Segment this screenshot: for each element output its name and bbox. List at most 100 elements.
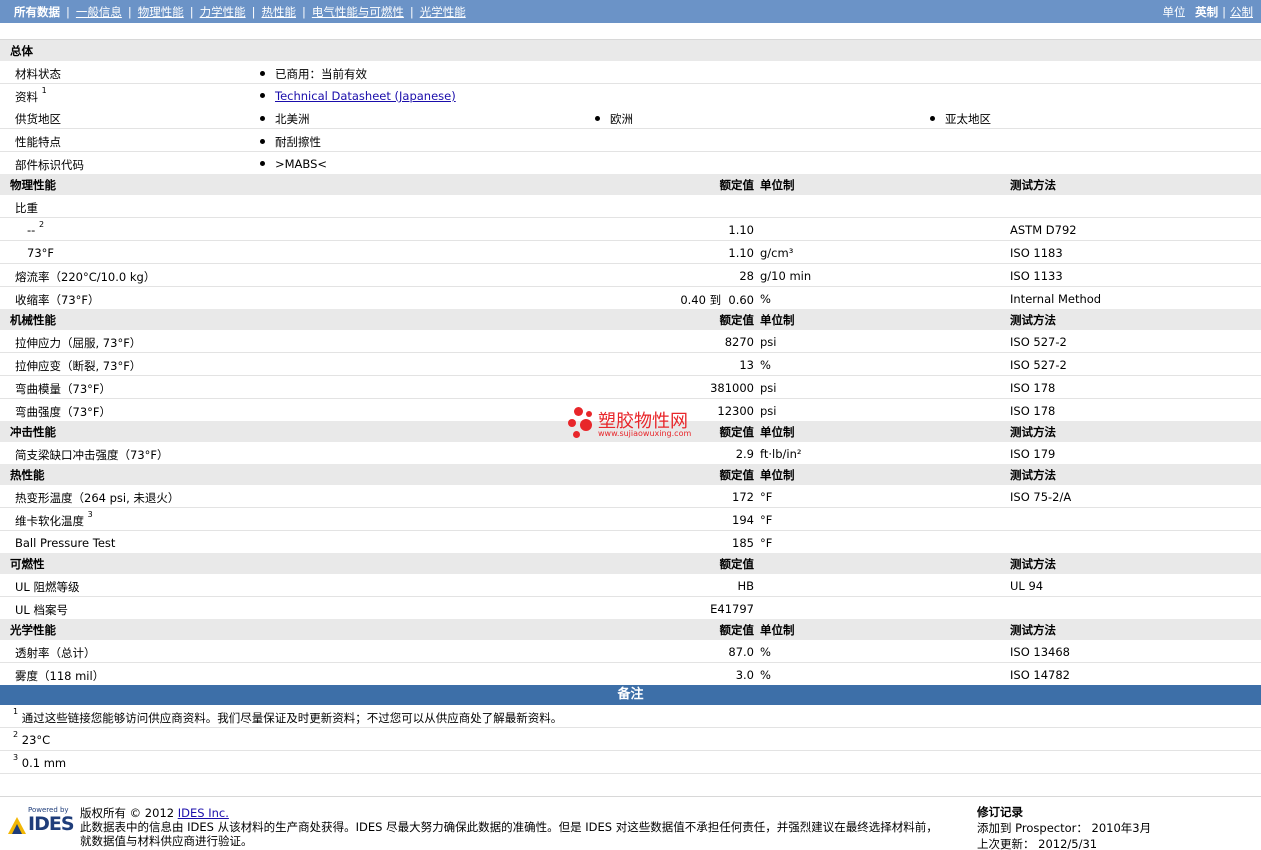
note-text: 2 23°C <box>13 730 51 747</box>
copyright-line: 版权所有 © 2012 IDES Inc. <box>80 806 229 820</box>
property-label: 拉伸应变（断裂, 73°F） <box>15 359 142 373</box>
bullet-item: 北美洲 <box>260 111 310 127</box>
property-value: 1.10 <box>728 246 754 260</box>
property-unit: ft·lb/in² <box>760 447 802 461</box>
property-value: 8270 <box>724 335 754 349</box>
nav-tabs: 所有数据 | 一般信息 | 物理性能 | 力学性能 | 热性能 | 电气性能与可燃性 | 光学性能 <box>14 5 466 19</box>
property-value: 87.0 <box>728 645 754 659</box>
col-unit: 单位制 <box>760 178 795 192</box>
note-text: 1 通过这些链接您能够访问供应商资料。我们尽量保证及时更新资料；不过您可以从供应… <box>13 707 563 725</box>
property-row: 弯曲模量（73°F） 381000 psi ISO 178 <box>0 376 1261 399</box>
property-label: 简支梁缺口冲击强度（73°F） <box>15 448 169 462</box>
tab-mechanical[interactable]: 力学性能 <box>200 5 246 19</box>
section-title: 物理性能 <box>10 178 56 192</box>
tab-thermal[interactable]: 热性能 <box>262 5 297 19</box>
tab-general-info[interactable]: 一般信息 <box>76 5 122 19</box>
property-row: 拉伸应力（屈服, 73°F） 8270 psi ISO 527-2 <box>0 330 1261 353</box>
section-title: 总体 <box>10 44 33 58</box>
property-value: 194 <box>732 513 754 527</box>
property-method: ISO 14782 <box>1010 668 1070 682</box>
property-value: 185 <box>732 536 754 550</box>
copyright-block: 版权所有 © 2012 IDES Inc. 此数据表中的信息由 IDES 从该材… <box>80 806 938 848</box>
col-unit: 单位制 <box>760 468 795 482</box>
section-header-physical: 物理性能 额定值 单位制 测试方法 <box>0 174 1261 195</box>
top-nav: 所有数据 | 一般信息 | 物理性能 | 力学性能 | 热性能 | 电气性能与可燃性 | 光学性能 单位… <box>0 0 1261 23</box>
col-nominal: 额定值 <box>719 468 755 482</box>
property-label: 透射率（总计） <box>15 646 96 660</box>
col-method: 测试方法 <box>1010 425 1056 439</box>
col-unit: 单位制 <box>760 313 795 327</box>
unit-metric[interactable]: 公制 <box>1230 5 1253 19</box>
part-marking-row: 部件标识代码 >MABS< <box>0 152 1261 175</box>
property-method: UL 94 <box>1010 579 1044 593</box>
ides-logo-icon <box>8 817 26 834</box>
bullet-item: Technical Datasheet (Japanese) <box>260 89 456 103</box>
property-value: 381000 <box>710 381 754 395</box>
footer-divider <box>0 796 1261 797</box>
section-title: 机械性能 <box>10 313 56 327</box>
section-header-mechanical: 机械性能 额定值 单位制 测试方法 <box>0 309 1261 330</box>
bullet-item: 亚太地区 <box>930 111 991 127</box>
property-method: ISO 527-2 <box>1010 335 1067 349</box>
property-value: 3.0 <box>735 668 754 682</box>
bullet-dot <box>260 71 265 76</box>
property-row: 73°F 1.10 g/cm³ ISO 1183 <box>0 241 1261 264</box>
note-item: 3 0.1 mm <box>0 751 1261 774</box>
tab-physical[interactable]: 物理性能 <box>138 5 184 19</box>
bullet-dot <box>260 93 265 98</box>
col-nominal: 额定值 <box>719 178 755 192</box>
property-unit: psi <box>760 335 777 349</box>
property-row: 热变形温度（264 psi, 未退火） 172 °F ISO 75-2/A <box>0 485 1261 508</box>
section-header-optical: 光学性能 额定值 单位制 测试方法 <box>0 619 1261 640</box>
col-method: 测试方法 <box>1010 623 1056 637</box>
datasheet-link[interactable]: Technical Datasheet (Japanese) <box>275 89 456 103</box>
property-row: Ball Pressure Test 185 °F <box>0 531 1261 554</box>
col-method: 测试方法 <box>1010 468 1056 482</box>
row-label: 性能特点 <box>15 135 61 149</box>
bullet-item: >MABS< <box>260 157 327 171</box>
watermark: 塑胶物性网 www.sujiaowuxing.com <box>568 407 708 441</box>
tab-electrical-flammability[interactable]: 电气性能与可燃性 <box>312 5 404 19</box>
tab-optical[interactable]: 光学性能 <box>420 5 466 19</box>
property-value: 0.40 到 0.60 <box>680 293 754 307</box>
row-label: 供货地区 <box>15 112 61 126</box>
property-method: ISO 527-2 <box>1010 358 1067 372</box>
col-method: 测试方法 <box>1010 313 1056 327</box>
property-method: ISO 178 <box>1010 381 1056 395</box>
watermark-url: www.sujiaowuxing.com <box>598 429 692 438</box>
property-unit: % <box>760 292 771 306</box>
property-row: 透射率（总计） 87.0 % ISO 13468 <box>0 640 1261 663</box>
col-method: 测试方法 <box>1010 178 1056 192</box>
property-value: 12300 <box>717 404 754 418</box>
property-unit: psi <box>760 381 777 395</box>
property-row: 熔流率（220°C/10.0 kg） 28 g/10 min ISO 1133 <box>0 264 1261 287</box>
property-value: 13 <box>739 358 754 372</box>
row-label: 材料状态 <box>15 67 61 81</box>
property-value: 172 <box>732 490 754 504</box>
section-title: 可燃性 <box>10 557 45 571</box>
section-header-general: 总体 <box>0 40 1261 61</box>
revision-title: 修订记录 <box>977 805 1023 819</box>
bullet-dot <box>260 116 265 121</box>
property-value: E41797 <box>710 602 754 616</box>
property-row: UL 档案号 E41797 <box>0 597 1261 620</box>
features-value: 耐刮擦性 <box>275 135 321 149</box>
property-value: 1.10 <box>728 223 754 237</box>
bullet-dot <box>260 139 265 144</box>
property-label: 弯曲模量（73°F） <box>15 382 111 396</box>
section-header-thermal: 热性能 额定值 单位制 测试方法 <box>0 464 1261 485</box>
property-unit: % <box>760 668 771 682</box>
col-nominal: 额定值 <box>719 557 755 571</box>
property-label: 维卡软化温度 3 <box>15 510 93 528</box>
section-title: 冲击性能 <box>10 425 56 439</box>
bullet-dot <box>595 116 600 121</box>
property-row: UL 阻燃等级 HB UL 94 <box>0 574 1261 597</box>
ides-logo[interactable]: Powered by IDES <box>6 806 75 836</box>
property-method: ISO 1133 <box>1010 269 1063 283</box>
unit-english[interactable]: 英制 <box>1195 5 1218 19</box>
property-method: ISO 179 <box>1010 447 1056 461</box>
col-nominal: 额定值 <box>719 313 755 327</box>
ides-link[interactable]: IDES Inc. <box>178 806 229 820</box>
tab-all-data[interactable]: 所有数据 <box>14 5 60 19</box>
property-row: 雾度（118 mil） 3.0 % ISO 14782 <box>0 663 1261 686</box>
